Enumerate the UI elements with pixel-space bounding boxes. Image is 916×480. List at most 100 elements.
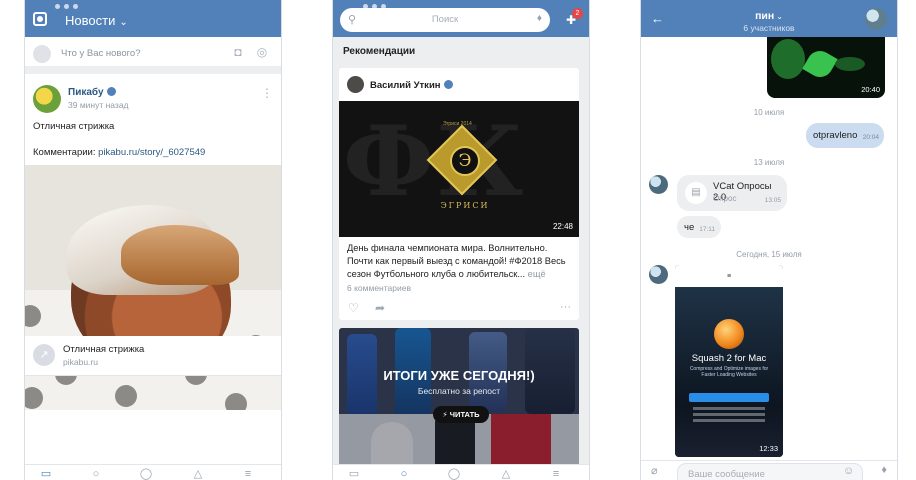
comments-count[interactable]: 6 комментариев xyxy=(347,283,411,293)
author-name: Василий Уткин xyxy=(370,80,441,91)
post-author[interactable]: Василий Уткин xyxy=(370,80,453,91)
chevron-down-icon: ⌄ xyxy=(776,12,783,21)
sender-avatar[interactable] xyxy=(649,175,668,194)
hamburger-icon: ≡ xyxy=(726,273,732,280)
status-bar xyxy=(363,0,390,9)
compose-bar[interactable]: Что у Вас нового? ◘ ◎ xyxy=(25,37,281,70)
message-input-bar: ⌀ Ваше сообщение ☺ ♦ xyxy=(641,460,897,480)
avatar xyxy=(33,45,51,63)
comments-link[interactable]: pikabu.ru/story/_6027549 xyxy=(98,147,205,158)
post-comments-line: Комментарии: pikabu.ru/story/_6027549 xyxy=(33,147,205,158)
share-icon[interactable]: ➦ xyxy=(375,301,385,315)
message-text: otpravleno xyxy=(813,130,858,141)
mic-icon[interactable]: ♦ xyxy=(881,464,887,476)
status-bar xyxy=(55,0,82,9)
post-author[interactable]: Пикабу xyxy=(68,87,116,98)
chat-title[interactable]: пин ⌄ xyxy=(641,10,897,22)
chat-name: пин xyxy=(755,10,775,22)
photo-message[interactable]: 20:40 xyxy=(767,37,885,98)
notifications-icon[interactable]: △ xyxy=(191,468,205,480)
date-separator: Сегодня, 15 июля xyxy=(736,250,802,259)
polka-dot xyxy=(225,393,247,410)
date-separator: 10 июля xyxy=(753,108,785,117)
notifications-icon[interactable]: △ xyxy=(499,468,513,480)
link-attachment[interactable]: ↗ Отличная стрижка pikabu.ru xyxy=(25,336,281,376)
poll-message[interactable]: ▤ VCat Опросы 2.0 Опрос 13:05 xyxy=(677,175,787,211)
message-input[interactable]: Ваше сообщение xyxy=(677,463,863,480)
screenshot-text-line xyxy=(693,413,765,416)
feed-selector[interactable]: Новости ⌄ xyxy=(65,13,128,28)
section-header: Рекомендации xyxy=(333,37,589,65)
news-feed-screen: Новости ⌄ Что у Вас нового? ◘ ◎ Пикабу 39… xyxy=(24,0,282,480)
show-more-link[interactable]: ещё xyxy=(528,269,546,279)
news-icon[interactable]: ▭ xyxy=(347,468,361,480)
emoji-icon[interactable]: ☺ xyxy=(843,465,854,477)
video-duration: 22:48 xyxy=(552,222,573,231)
camera-icon[interactable] xyxy=(33,12,47,26)
link-domain: pikabu.ru xyxy=(63,357,98,367)
discover-screen: ⚲ Поиск ♦ ✚ 2 Рекомендации Василий Уткин… xyxy=(332,0,590,480)
plant-leaf xyxy=(835,57,865,71)
search-icon[interactable]: ○ xyxy=(89,468,103,480)
date-separator: 13 июля xyxy=(753,158,785,167)
search-icon[interactable]: ○ xyxy=(397,468,411,480)
message-time: 17:11 xyxy=(699,226,715,233)
search-input[interactable]: ⚲ Поиск ♦ xyxy=(340,8,550,32)
attach-icon[interactable]: ⌀ xyxy=(651,464,658,477)
message-time: 20:40 xyxy=(861,85,880,94)
screenshot-subtitle: Compress and Optimize images for Faster … xyxy=(689,366,769,378)
outgoing-message[interactable]: otpravleno 20:04 xyxy=(806,123,884,148)
screenshot-message[interactable]: ≡ Squash 2 for Mac Compress and Optimize… xyxy=(675,265,783,457)
plant-leaf xyxy=(771,39,805,79)
link-icon: ↗ xyxy=(33,344,55,366)
section-title: Рекомендации xyxy=(343,46,416,57)
sender-avatar[interactable] xyxy=(649,265,668,284)
read-button-label: ЧИТАТЬ xyxy=(449,410,480,419)
incoming-message[interactable]: че 17:11 xyxy=(677,216,721,238)
video-thumbnail[interactable]: ФК Эгриси 2014 Э ЭГРИСИ 22:48 xyxy=(339,101,579,237)
chat-avatar[interactable] xyxy=(865,8,887,30)
more-icon[interactable]: ⋮ xyxy=(261,86,273,100)
messages-icon[interactable]: ◯ xyxy=(139,468,153,480)
feed-post: Пикабу 39 минут назад ⋮ Отличная стрижка… xyxy=(25,74,281,480)
post-text: Отличная стрижка xyxy=(33,121,115,132)
squash-logo xyxy=(714,319,744,349)
promo-subtitle: Бесплатно за репост xyxy=(417,386,501,396)
mic-icon[interactable]: ♦ xyxy=(537,13,542,24)
verified-icon xyxy=(443,80,453,89)
poll-icon: ▤ xyxy=(685,182,707,204)
message-text: че xyxy=(684,222,695,233)
lightning-icon: ⚡ xyxy=(442,410,448,419)
bottom-tab-bar: ▭ ○ ◯ △ ≡ xyxy=(25,464,281,480)
menu-icon[interactable]: ≡ xyxy=(549,468,563,480)
feed-title: Новости xyxy=(65,13,116,28)
chat-screen: ← пин ⌄ 6 участников 20:40 10 июля otprav… xyxy=(640,0,898,480)
more-icon[interactable]: ··· xyxy=(560,301,571,313)
poll-subtitle: Опрос xyxy=(713,194,737,203)
promo-title: ИТОГИ УЖЕ СЕГОДНЯ!) xyxy=(383,368,535,383)
like-icon[interactable]: ♡ xyxy=(348,301,359,315)
promo-card[interactable]: ИТОГИ УЖЕ СЕГОДНЯ!) Бесплатно за репост … xyxy=(339,328,579,468)
author-avatar[interactable] xyxy=(347,76,364,93)
message-time: 12:33 xyxy=(759,444,778,453)
screenshot-text-line xyxy=(693,407,765,410)
chat-members: 6 участников xyxy=(743,23,795,33)
menu-icon[interactable]: ≡ xyxy=(241,468,255,480)
author-name: Пикабу xyxy=(68,87,104,98)
news-icon[interactable]: ▭ xyxy=(39,468,53,480)
read-button[interactable]: ⚡ ЧИТАТЬ xyxy=(433,406,489,423)
screenshot-title: Squash 2 for Mac xyxy=(691,353,767,364)
live-icon[interactable]: ◎ xyxy=(255,46,269,58)
screenshot-text-line xyxy=(693,419,765,422)
messages-icon[interactable]: ◯ xyxy=(447,468,461,480)
promo-overlay xyxy=(339,328,579,468)
screenshot-top-bar: ≡ xyxy=(675,265,783,287)
search-placeholder: Поиск xyxy=(431,14,459,25)
club-logo-text: ЭГРИСИ xyxy=(440,201,490,210)
photo-icon[interactable]: ◘ xyxy=(231,46,245,58)
author-avatar[interactable] xyxy=(33,85,61,113)
message-time: 20:04 xyxy=(862,134,879,141)
link-title: Отличная стрижка xyxy=(63,344,145,355)
post-time: 39 минут назад xyxy=(68,100,129,110)
recommended-post: Василий Уткин ФК Эгриси 2014 Э ЭГРИСИ 22… xyxy=(339,68,579,320)
